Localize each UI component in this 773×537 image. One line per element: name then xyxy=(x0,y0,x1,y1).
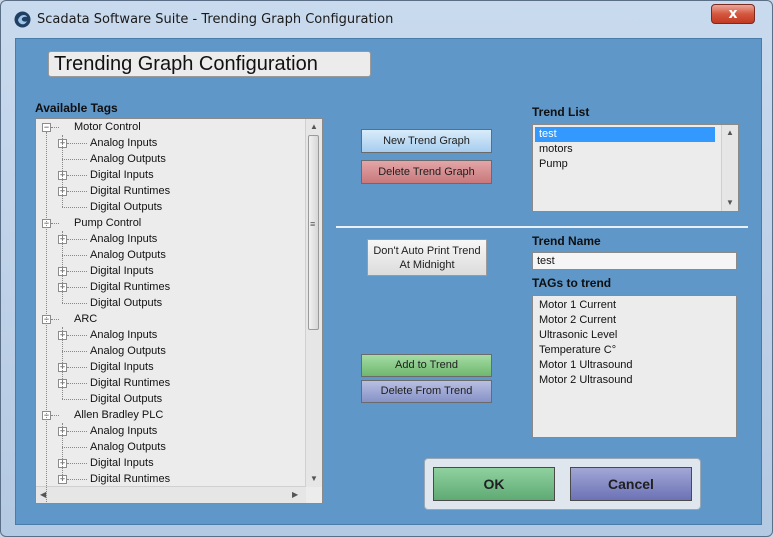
tree-connector xyxy=(62,231,63,303)
tree-item-label[interactable]: Analog Inputs xyxy=(90,135,157,151)
trend-name-label: Trend Name xyxy=(532,234,601,248)
tree-connector xyxy=(67,191,87,192)
tree-connector xyxy=(62,303,87,304)
trend-list-item[interactable]: Pump xyxy=(535,157,715,172)
tree-connector xyxy=(67,271,87,272)
tree-connector xyxy=(62,327,63,399)
tree-item-label[interactable]: Analog Outputs xyxy=(90,439,166,455)
tree-group-label[interactable]: Allen Bradley PLC xyxy=(74,407,163,423)
tree-connector xyxy=(67,287,87,288)
tags-to-trend-list[interactable]: Motor 1 Current Motor 2 Current Ultrasonic… xyxy=(532,295,737,438)
app-logo-icon xyxy=(14,11,31,28)
close-icon: x xyxy=(728,6,738,22)
scrollbar-thumb[interactable] xyxy=(308,135,319,330)
tag-list-item[interactable]: Ultrasonic Level xyxy=(535,328,617,343)
tree-item-label[interactable]: Digital Inputs xyxy=(90,167,154,183)
tree-connector xyxy=(67,431,87,432)
delete-from-trend-button[interactable]: Delete From Trend xyxy=(361,380,492,403)
tree-connector xyxy=(67,367,87,368)
tag-list-item[interactable]: Temperature C° xyxy=(535,343,616,358)
delete-trend-graph-button[interactable]: Delete Trend Graph xyxy=(361,160,492,184)
tree-connector xyxy=(51,415,59,416)
tree-item-label[interactable]: Analog Outputs xyxy=(90,343,166,359)
tree-horizontal-scrollbar[interactable]: ◀ ▶ xyxy=(36,486,306,503)
dialog-window: Scadata Software Suite - Trending Graph … xyxy=(0,0,773,537)
trend-name-input[interactable]: test xyxy=(532,252,737,270)
scroll-right-icon[interactable]: ▶ xyxy=(292,490,298,499)
tree-item-label[interactable]: Digital Runtimes xyxy=(90,375,170,391)
tree-item-label[interactable]: Digital Runtimes xyxy=(90,471,170,487)
window-title: Scadata Software Suite - Trending Graph … xyxy=(37,12,394,27)
tree-group-label[interactable]: ARC xyxy=(74,311,97,327)
tree-connector xyxy=(51,319,59,320)
tree-item-label[interactable]: Analog Inputs xyxy=(90,327,157,343)
tree-item-label[interactable]: Analog Outputs xyxy=(90,151,166,167)
available-tags-tree[interactable]: ▲ ≡ ▼ ◀ ▶ − Motor Control + Analog Inputs An… xyxy=(35,118,323,504)
section-divider xyxy=(336,226,748,228)
tag-list-item[interactable]: Motor 2 Current xyxy=(535,313,616,328)
tree-item-label[interactable]: Digital Inputs xyxy=(90,455,154,471)
tree-connector xyxy=(67,479,87,480)
tree-item-label[interactable]: Digital Outputs xyxy=(90,391,162,407)
tree-item-label[interactable]: Analog Inputs xyxy=(90,423,157,439)
tag-list-item[interactable]: Motor 2 Ultrasound xyxy=(535,373,633,388)
scroll-up-icon[interactable]: ▲ xyxy=(726,128,734,137)
tree-item-label[interactable]: Digital Inputs xyxy=(90,359,154,375)
trend-list-scrollbar[interactable]: ▲ ▼ xyxy=(721,125,738,211)
tree-connector xyxy=(62,423,63,479)
trend-list[interactable]: ▲ ▼ test motors Pump xyxy=(532,124,739,212)
tree-connector xyxy=(67,175,87,176)
page-header: Trending Graph Configuration xyxy=(48,51,371,77)
tree-vertical-scrollbar[interactable]: ▲ ≡ ▼ xyxy=(305,119,322,487)
tree-connector xyxy=(62,135,63,207)
cancel-button[interactable]: Cancel xyxy=(570,467,692,501)
dialog-buttons-panel: OK Cancel xyxy=(424,458,701,510)
tree-group-label[interactable]: Motor Control xyxy=(74,119,141,135)
tag-list-item[interactable]: Motor 1 Ultrasound xyxy=(535,358,633,373)
trend-list-item[interactable]: motors xyxy=(535,142,715,157)
tree-item-label[interactable]: Digital Outputs xyxy=(90,199,162,215)
tree-group-label[interactable]: Pump Control xyxy=(74,215,141,231)
tree-connector xyxy=(51,127,59,128)
trend-list-label: Trend List xyxy=(532,105,590,119)
tree-connector xyxy=(46,132,47,502)
tree-connector xyxy=(62,351,87,352)
tree-connector xyxy=(67,239,87,240)
tree-connector xyxy=(67,335,87,336)
tree-item-label[interactable]: Digital Inputs xyxy=(90,263,154,279)
client-area: Trending Graph Configuration Available T… xyxy=(15,38,762,525)
collapse-icon[interactable]: − xyxy=(42,123,51,132)
dont-auto-print-line2: At Midnight xyxy=(399,259,455,271)
tree-connector xyxy=(67,383,87,384)
scroll-up-icon[interactable]: ▲ xyxy=(310,122,318,131)
tree-connector xyxy=(51,223,59,224)
page-title: Trending Graph Configuration xyxy=(54,53,318,75)
new-trend-graph-button[interactable]: New Trend Graph xyxy=(361,129,492,153)
dont-auto-print-line1: Don't Auto Print Trend xyxy=(373,245,481,257)
tags-to-trend-label: TAGs to trend xyxy=(532,276,612,290)
tree-connector xyxy=(62,255,87,256)
tree-connector xyxy=(62,159,87,160)
tree-connector xyxy=(62,207,87,208)
scroll-down-icon[interactable]: ▼ xyxy=(726,198,734,207)
tree-connector xyxy=(67,463,87,464)
scroll-down-icon[interactable]: ▼ xyxy=(310,474,318,483)
ok-button[interactable]: OK xyxy=(433,467,555,501)
tree-item-label[interactable]: Digital Outputs xyxy=(90,295,162,311)
tree-item-label[interactable]: Analog Inputs xyxy=(90,231,157,247)
dont-auto-print-button[interactable]: Don't Auto Print Trend At Midnight xyxy=(367,239,487,276)
title-bar[interactable]: Scadata Software Suite - Trending Graph … xyxy=(1,1,772,37)
tag-list-item[interactable]: Motor 1 Current xyxy=(535,298,616,313)
tree-item-label[interactable]: Analog Outputs xyxy=(90,247,166,263)
tree-connector xyxy=(62,447,87,448)
tree-item-label[interactable]: Digital Runtimes xyxy=(90,183,170,199)
tree-connector xyxy=(62,399,87,400)
tree-item-label[interactable]: Digital Runtimes xyxy=(90,279,170,295)
close-button[interactable]: x xyxy=(711,4,755,24)
add-to-trend-button[interactable]: Add to Trend xyxy=(361,354,492,377)
trend-list-item[interactable]: test xyxy=(535,127,715,142)
tree-connector xyxy=(67,143,87,144)
available-tags-label: Available Tags xyxy=(35,101,118,115)
grip-icon: ≡ xyxy=(310,219,316,229)
